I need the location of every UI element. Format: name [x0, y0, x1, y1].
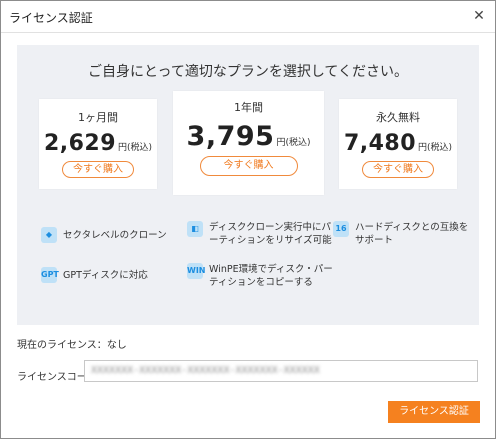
price-unit: 円(税込)	[418, 143, 453, 153]
plan-name: 1ヶ月間	[78, 111, 118, 124]
hdd-compat-icon: 16	[333, 221, 349, 237]
price-unit: 円(税込)	[276, 138, 311, 148]
feature-text: WinPE環境でディスク・パーティションをコピーする	[209, 264, 333, 288]
feature-sector-clone: ◆ セクタレベルのクローン	[41, 227, 181, 243]
buy-now-button-yearly[interactable]: 今すぐ購入	[199, 156, 298, 176]
feature-disk-clone: ◧ ディスククローン実行中にパーティションをリサイズ可能	[187, 221, 337, 247]
feature-winpe: WIN WinPE環境でディスク・パーティションをコピーする	[187, 263, 337, 289]
current-license: 現在のライセンス：なし	[17, 336, 127, 351]
feature-text: セクタレベルのクローン	[63, 230, 167, 241]
plan-card-lifetime[interactable]: 永久無料 7,480 円(税込) 今すぐ購入	[339, 99, 457, 189]
license-code-value: XXXXXXX-XXXXXXX-XXXXXXX-XXXXXXX-XXXXXX	[91, 365, 320, 376]
feature-text: GPTディスクに対応	[63, 270, 148, 281]
plan-headline: ご自身にとって適切なプランを選択してください。	[87, 64, 409, 80]
gpt-icon: GPT	[41, 267, 59, 283]
plan-card-yearly[interactable]: 1年間 3,795 円(税込) 今すぐ購入	[173, 91, 324, 195]
buy-now-button-monthly[interactable]: 今すぐ購入	[62, 161, 134, 178]
buy-now-button-lifetime[interactable]: 今すぐ購入	[362, 161, 434, 178]
plan-name: 永久無料	[376, 111, 420, 124]
plan-price: 7,480	[343, 131, 417, 156]
close-icon[interactable]: ✕	[467, 5, 491, 27]
title-bar: ライセンス認証 ✕	[1, 1, 495, 33]
feature-text: ハードディスクとの互換をサポート	[355, 222, 469, 246]
winpe-icon: WIN	[187, 263, 206, 279]
license-code-input[interactable]: XXXXXXX-XXXXXXX-XXXXXXX-XXXXXXX-XXXXXX	[84, 360, 478, 382]
feature-text: ディスククローン実行中にパーティションをリサイズ可能	[209, 222, 332, 246]
plan-price: 2,629	[43, 131, 117, 156]
current-license-value: なし	[106, 340, 127, 351]
activate-license-button[interactable]: ライセンス認証	[388, 401, 480, 423]
disk-clone-icon: ◧	[187, 221, 203, 237]
plan-card-monthly[interactable]: 1ヶ月間 2,629 円(税込) 今すぐ購入	[39, 99, 157, 189]
sector-clone-icon: ◆	[41, 227, 57, 243]
feature-gpt: GPT GPTディスクに対応	[41, 267, 181, 283]
plan-panel: ご自身にとって適切なプランを選択してください。 1ヶ月間 2,629 円(税込) …	[17, 45, 479, 325]
plan-price: 3,795	[186, 121, 275, 152]
price-unit: 円(税込)	[118, 143, 153, 153]
dialog-title: ライセンス認証	[9, 11, 93, 25]
license-dialog: ライセンス認証 ✕ ご自身にとって適切なプランを選択してください。 1ヶ月間 2…	[0, 0, 496, 439]
feature-hdd-compat: 16 ハードディスクとの互換をサポート	[333, 221, 473, 247]
current-license-label: 現在のライセンス：	[17, 340, 107, 351]
plan-name: 1年間	[234, 101, 263, 114]
